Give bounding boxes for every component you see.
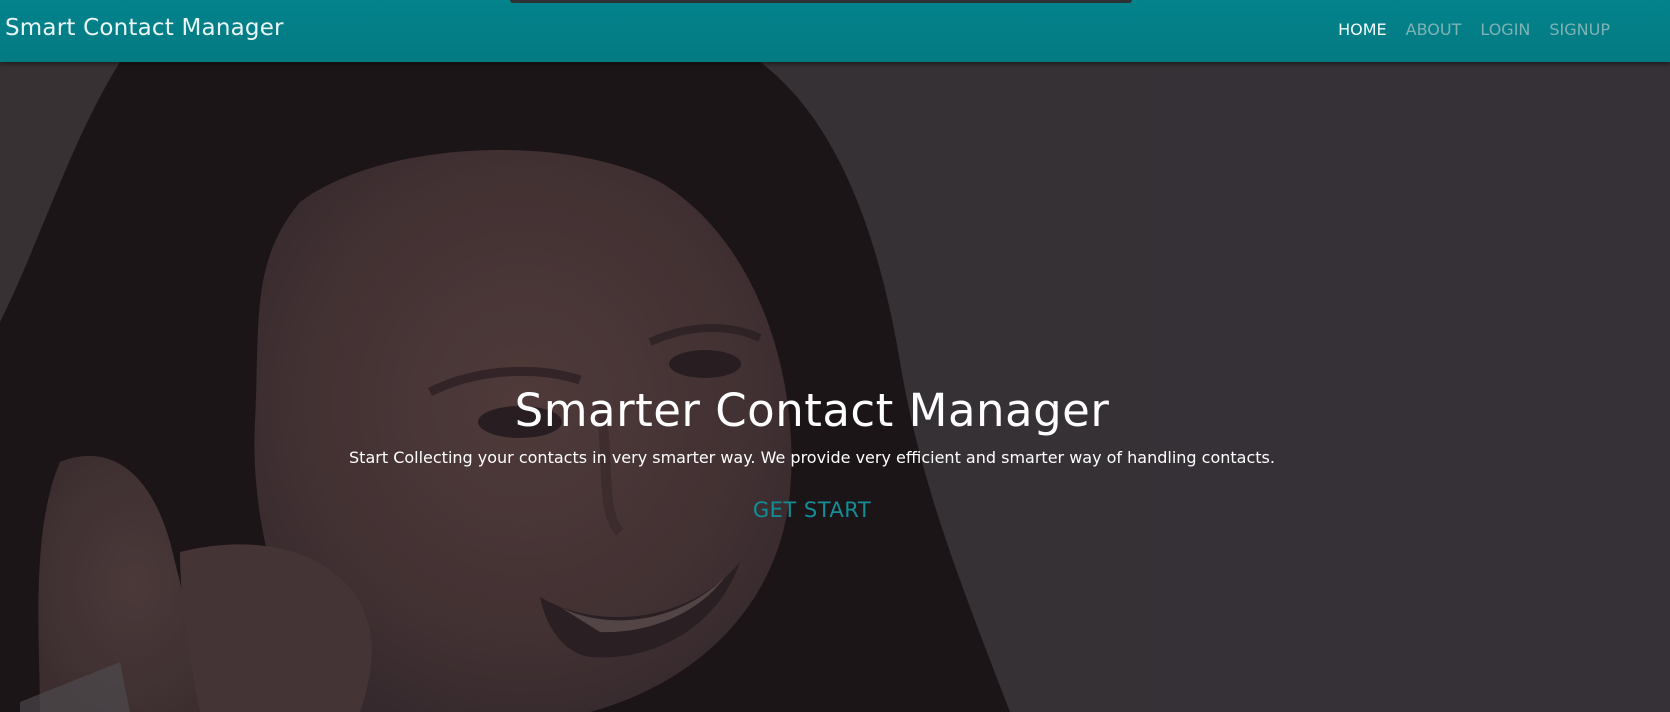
- brand-logo-text[interactable]: Smart Contact Manager: [5, 15, 284, 41]
- top-navbar: Smart Contact Manager HOME ABOUT LOGIN S…: [0, 0, 1670, 62]
- nav-login-link[interactable]: LOGIN: [1480, 20, 1530, 39]
- nav-about-link[interactable]: ABOUT: [1406, 20, 1462, 39]
- page: Smart Contact Manager HOME ABOUT LOGIN S…: [0, 0, 1670, 712]
- browser-top-sliver: [510, 0, 1132, 3]
- hero-title: Smarter Contact Manager: [514, 384, 1110, 437]
- hero-section: Smarter Contact Manager Start Collecting…: [0, 62, 1670, 712]
- nav-signup-link[interactable]: SIGNUP: [1549, 20, 1610, 39]
- get-start-button[interactable]: GET START: [753, 498, 871, 522]
- nav-menu: HOME ABOUT LOGIN SIGNUP: [1338, 20, 1610, 39]
- hero-cta-wrapper: GET START: [0, 498, 1624, 522]
- hero-subtitle: Start Collecting your contacts in very s…: [349, 448, 1275, 467]
- nav-home-link[interactable]: HOME: [1338, 20, 1387, 39]
